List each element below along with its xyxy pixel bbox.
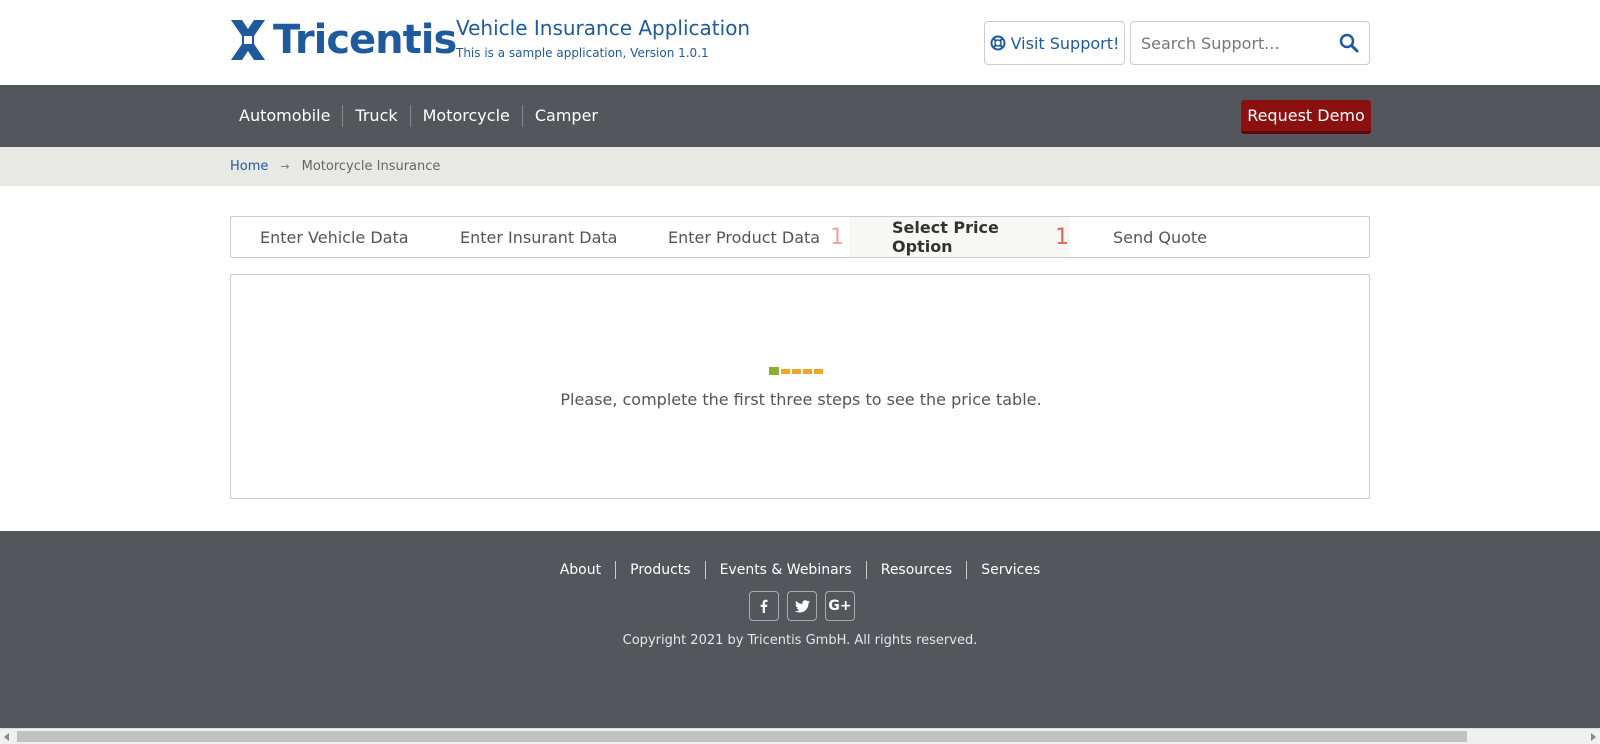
tab-label: Enter Insurant Data: [460, 227, 618, 247]
scroll-right-arrow-icon[interactable]: [1591, 733, 1596, 741]
site-footer: About Products Events & Webinars Resourc…: [0, 531, 1600, 728]
breadcrumb-current: Motorcycle Insurance: [301, 159, 441, 174]
tab-error-count: 1: [1055, 224, 1069, 250]
copyright-text: Copyright 2021 by Tricentis GmbH. All ri…: [622, 633, 978, 648]
breadcrumb-items: Home → Motorcycle Insurance: [230, 147, 440, 186]
nav-item-truck[interactable]: Truck: [342, 105, 409, 127]
nav-items: Automobile Truck Motorcycle Camper: [230, 85, 610, 147]
nav-item-automobile[interactable]: Automobile: [230, 105, 342, 127]
search-icon[interactable]: [1339, 33, 1359, 57]
lifebuoy-icon: [990, 35, 1006, 51]
request-demo-button[interactable]: Request Demo: [1241, 100, 1371, 134]
loading-indicator-icon: [769, 367, 825, 375]
logo-text: Tricentis: [273, 17, 457, 63]
breadcrumb: Home → Motorcycle Insurance: [0, 147, 1600, 186]
horizontal-scrollbar[interactable]: [0, 728, 1600, 744]
wizard-tabs: Enter Vehicle Data Enter Insurant Data E…: [230, 216, 1370, 258]
panel-message: Please, complete the first three steps t…: [560, 390, 1042, 409]
footer-link-services[interactable]: Services: [966, 561, 1054, 579]
nav-item-camper[interactable]: Camper: [521, 105, 610, 127]
tricentis-logo-icon: [229, 18, 267, 62]
footer-link-about[interactable]: About: [546, 561, 615, 579]
footer-link-resources[interactable]: Resources: [865, 561, 967, 579]
search-input[interactable]: [1141, 22, 1331, 64]
breadcrumb-arrow-icon: →: [280, 160, 290, 173]
breadcrumb-home-link[interactable]: Home: [230, 159, 268, 174]
visit-support-label: Visit Support!: [1010, 33, 1120, 53]
tab-label: Enter Vehicle Data: [260, 227, 409, 247]
site-header: Tricentis Vehicle Insurance Application …: [0, 0, 1600, 85]
google-plus-icon[interactable]: G+: [825, 591, 855, 621]
twitter-icon[interactable]: [787, 591, 817, 621]
visit-support-button[interactable]: Visit Support!: [984, 21, 1125, 65]
tab-error-count: 1: [830, 224, 845, 250]
app-subtitle: This is a sample application, Version 1.…: [456, 46, 709, 60]
nav-item-motorcycle[interactable]: Motorcycle: [409, 105, 522, 127]
scroll-left-arrow-icon[interactable]: [4, 733, 9, 741]
search-box: [1130, 21, 1370, 65]
tab-label: Send Quote: [1113, 227, 1208, 247]
footer-links: About Products Events & Webinars Resourc…: [0, 561, 1600, 579]
tab-label: Select Price Option: [892, 218, 999, 256]
facebook-icon[interactable]: [749, 591, 779, 621]
price-panel: Please, complete the first three steps t…: [230, 274, 1370, 499]
tricentis-logo[interactable]: Tricentis: [229, 17, 457, 63]
footer-link-events[interactable]: Events & Webinars: [704, 561, 866, 579]
tab-enter-vehicle-data[interactable]: Enter Vehicle Data: [260, 217, 409, 257]
social-links: G+: [749, 591, 863, 621]
footer-link-products[interactable]: Products: [615, 561, 704, 579]
tab-select-price-option[interactable]: Select Price Option 1: [849, 217, 1069, 257]
tab-enter-insurant-data[interactable]: Enter Insurant Data: [460, 217, 617, 257]
tab-label: Enter Product Data: [668, 227, 821, 247]
app-title: Vehicle Insurance Application: [456, 16, 751, 40]
scrollbar-thumb[interactable]: [17, 731, 1467, 742]
tab-enter-product-data[interactable]: Enter Product Data 1: [668, 217, 844, 257]
tab-send-quote[interactable]: Send Quote: [1113, 217, 1207, 257]
